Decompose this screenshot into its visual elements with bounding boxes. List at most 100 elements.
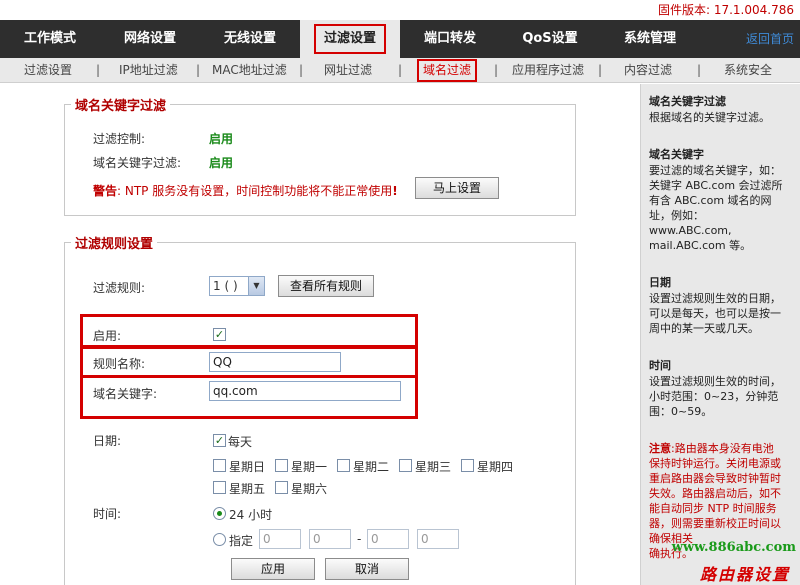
note-prefix: 注意	[649, 442, 671, 455]
sub-nav: 过滤设置 | IP地址过滤 | MAC地址过滤 | 网址过滤 | 域名过滤 | …	[0, 58, 800, 83]
apply-button[interactable]: 应用	[231, 558, 315, 580]
help-heading: 域名关键字	[649, 148, 704, 161]
tab-wireless-settings[interactable]: 无线设置	[200, 20, 300, 58]
help-text: 根据域名的关键字过滤。	[649, 110, 792, 125]
panel-title: 过滤规则设置	[71, 233, 158, 252]
watermark-text: 路由器设置	[699, 565, 790, 584]
start-minute-input[interactable]: 0	[309, 529, 351, 549]
subtab-app-filter[interactable]: 应用程序过滤	[512, 58, 584, 83]
home-link[interactable]: 返回首页	[746, 20, 794, 58]
domain-keyword-panel: 域名关键字过滤 过滤控制: 启用 域名关键字过滤: 启用 警告: NTP 服务没…	[64, 95, 576, 216]
subtab-mac-filter[interactable]: MAC地址过滤	[212, 58, 287, 83]
subnav-separator: |	[697, 63, 702, 77]
wednesday-checkbox[interactable]	[399, 459, 412, 472]
time-custom-radio[interactable]	[213, 533, 226, 546]
wednesday-label: 星期三	[415, 460, 452, 474]
chevron-down-icon: ▼	[248, 277, 264, 295]
tab-work-mode[interactable]: 工作模式	[0, 20, 100, 58]
help-line: 有含 ABC.com 域名的网	[649, 194, 772, 207]
subnav-separator: |	[96, 63, 101, 77]
friday-label: 星期五	[229, 482, 266, 496]
tuesday-checkbox[interactable]	[337, 459, 350, 472]
time-24h-label: 24 小时	[229, 508, 273, 522]
help-line: 围：0~59。	[649, 405, 713, 418]
tab-port-forwarding[interactable]: 端口转发	[400, 20, 500, 58]
subtab-ip-filter[interactable]: IP地址过滤	[119, 58, 178, 83]
start-hour-input[interactable]: 0	[259, 529, 301, 549]
subtab-domain-filter[interactable]: 域名过滤	[417, 59, 478, 82]
domain-filter-value: 启用	[209, 156, 234, 170]
tab-qos-settings[interactable]: QoS设置	[500, 20, 600, 58]
everyday-label: 每天	[228, 435, 253, 449]
thursday-label: 星期四	[477, 460, 514, 474]
rule-select[interactable]: 1 ( ) ▼	[209, 276, 265, 296]
friday-checkbox[interactable]	[213, 481, 226, 494]
monday-checkbox[interactable]	[275, 459, 288, 472]
warning-prefix: 警告	[93, 184, 118, 198]
setup-now-button[interactable]: 马上设置	[415, 177, 499, 199]
sunday-checkbox[interactable]	[213, 459, 226, 472]
help-heading: 域名关键字过滤	[649, 95, 726, 108]
subnav-separator: |	[494, 63, 499, 77]
time-custom-label: 指定	[229, 534, 254, 548]
subtab-url-filter[interactable]: 网址过滤	[324, 58, 372, 83]
time-label: 时间:	[93, 507, 122, 521]
help-note-line: 注意:路由器本身没有电池	[649, 441, 792, 456]
help-line: 设置过滤规则生效的日期，	[649, 292, 781, 305]
help-text: 要过滤的域名关键字，如： 关键字 ABC.com 会过滤所 有含 ABC.com…	[649, 163, 792, 253]
help-line: 小时范围：0~23，分钟范	[649, 390, 779, 403]
filter-control-value: 启用	[209, 132, 234, 146]
tab-system-management[interactable]: 系统管理	[600, 20, 700, 58]
subnav-separator: |	[398, 63, 403, 77]
help-sidebar: 域名关键字过滤 根据域名的关键字过滤。 域名关键字 要过滤的域名关键字，如： 关…	[640, 84, 800, 585]
end-minute-input[interactable]: 0	[417, 529, 459, 549]
firmware-version: 固件版本: 17.1.004.786	[0, 0, 800, 20]
tab-filter-settings-label: 过滤设置	[313, 24, 386, 54]
help-line: 关键字 ABC.com 会过滤所	[649, 179, 783, 192]
radio-dot	[217, 511, 222, 516]
help-text: 设置过滤规则生效的时间， 小时范围：0~23，分钟范 围：0~59。	[649, 374, 792, 419]
saturday-checkbox[interactable]	[275, 481, 288, 494]
subtab-system-security[interactable]: 系统安全	[724, 58, 772, 83]
highlight-enable-row	[80, 314, 418, 348]
panel-title: 域名关键字过滤	[71, 95, 171, 114]
saturday-label: 星期六	[291, 482, 328, 496]
tab-network-settings[interactable]: 网络设置	[100, 20, 200, 58]
sunday-label: 星期日	[229, 460, 266, 474]
filter-control-label: 过滤控制:	[93, 132, 146, 146]
help-line: 设置过滤规则生效的时间，	[649, 375, 781, 388]
date-label: 日期:	[93, 434, 122, 448]
thursday-checkbox[interactable]	[461, 459, 474, 472]
help-heading: 时间	[649, 359, 671, 372]
time-24h-radio[interactable]	[213, 507, 226, 520]
help-note-line: 器，则需要重新校正时间以	[649, 517, 781, 530]
help-note-line: 能自动同步 NTP 时间服务	[649, 502, 777, 515]
help-line: 周中的某一天或几天。	[649, 322, 759, 335]
help-note-line: 失效。路由器启动后，如不	[649, 487, 781, 500]
top-nav: 工作模式 网络设置 无线设置 过滤设置 端口转发 QoS设置 系统管理 返回首页	[0, 20, 800, 58]
monday-label: 星期一	[291, 460, 328, 474]
subtab-content-filter[interactable]: 内容过滤	[624, 58, 672, 83]
help-note-line: 保持时钟运行。关闭电源或	[649, 457, 781, 470]
subtab-filter-settings[interactable]: 过滤设置	[24, 58, 72, 83]
help-line: 要过滤的域名关键字，如：	[649, 164, 781, 177]
watermark-url: www.886abc.com	[671, 540, 796, 555]
note-text: :路由器本身没有电池	[671, 442, 774, 455]
help-line: 址，例如：	[649, 209, 704, 222]
help-line: mail.ABC.com 等。	[649, 239, 752, 252]
warning-mark: !	[392, 184, 398, 198]
help-heading: 日期	[649, 276, 671, 289]
view-all-rules-button[interactable]: 查看所有规则	[278, 275, 374, 297]
help-note-line: 重启路由器会导致时钟暂时	[649, 472, 781, 485]
everyday-checkbox[interactable]: ✓	[213, 434, 226, 447]
end-hour-input[interactable]: 0	[367, 529, 409, 549]
warning-text: : NTP 服务没有设置，时间控制功能将不能正常使用	[117, 184, 393, 198]
tab-filter-settings[interactable]: 过滤设置	[300, 20, 400, 58]
highlight-keyword-row	[80, 375, 418, 419]
help-line: www.ABC.com,	[649, 224, 732, 237]
subnav-separator: |	[299, 63, 304, 77]
help-line: 根据域名的关键字过滤。	[649, 111, 770, 124]
rule-select-value: 1 ( )	[213, 279, 238, 293]
cancel-button[interactable]: 取消	[325, 558, 409, 580]
domain-filter-label: 域名关键字过滤:	[93, 156, 182, 170]
